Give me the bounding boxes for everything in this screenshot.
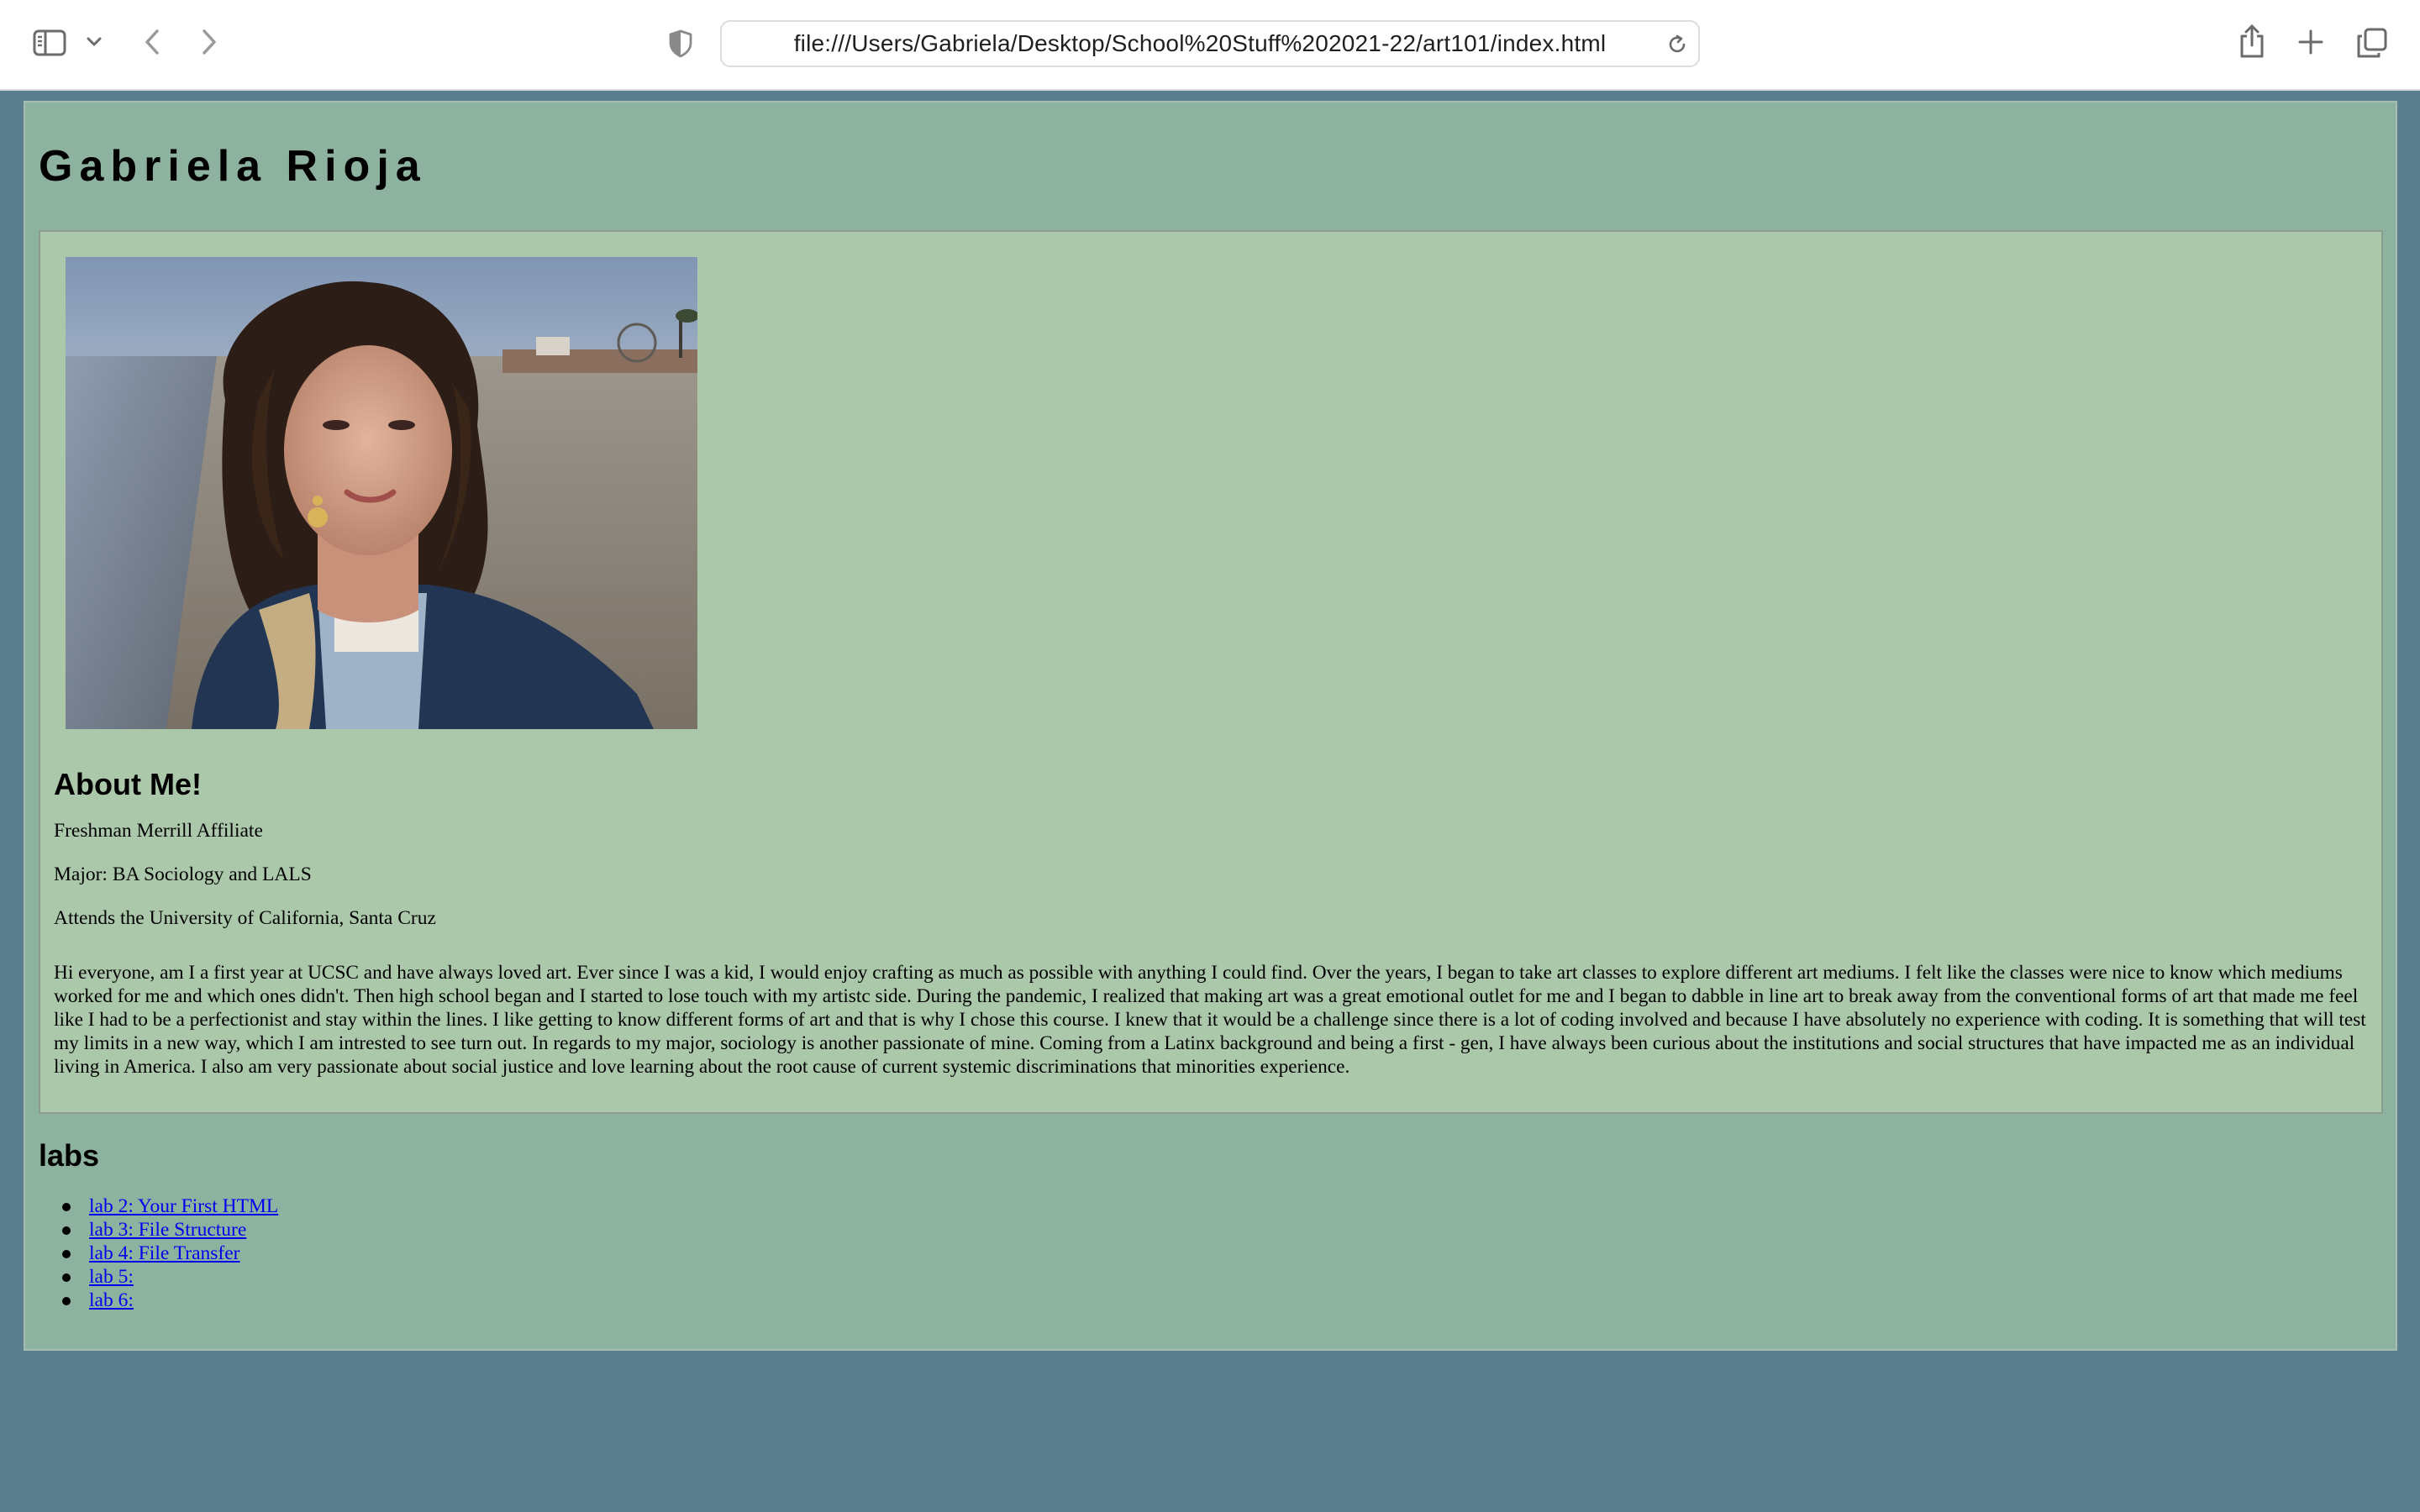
labs-heading: labs — [39, 1138, 100, 1173]
back-arrow-icon[interactable] — [139, 25, 165, 59]
lab-3-link[interactable]: lab 3: File Structure — [89, 1219, 246, 1241]
labs-list: lab 2: Your First HTML lab 3: File Struc… — [39, 1194, 278, 1312]
list-item: lab 3: File Structure — [39, 1218, 278, 1242]
lab-2-link[interactable]: lab 2: Your First HTML — [89, 1195, 278, 1217]
plus-icon[interactable] — [2294, 25, 2328, 59]
list-item: lab 5: — [39, 1265, 278, 1289]
reload-icon[interactable] — [1665, 32, 1690, 57]
address-bar[interactable]: file:///Users/Gabriela/Desktop/School%20… — [720, 20, 1700, 67]
page-title: Gabriela Rioja — [39, 142, 427, 191]
forward-arrow-icon[interactable] — [197, 25, 222, 59]
list-item: lab 4: File Transfer — [39, 1242, 278, 1265]
list-item: lab 2: Your First HTML — [39, 1194, 278, 1218]
profile-photo — [66, 257, 697, 729]
university-text: Attends the University of California, Sa… — [54, 907, 436, 929]
about-heading: About Me! — [54, 767, 202, 801]
bullet-icon — [62, 1273, 71, 1282]
about-section: About Me! Freshman Merrill Affiliate Maj… — [39, 230, 2383, 1114]
lab-6-link[interactable]: lab 6: — [89, 1289, 134, 1311]
sidebar-icon[interactable] — [32, 25, 67, 60]
bullet-icon — [62, 1226, 71, 1235]
url-text[interactable]: file:///Users/Gabriela/Desktop/School%20… — [722, 22, 1698, 66]
bio-paragraph: Hi everyone, am I a first year at UCSC a… — [54, 962, 2366, 1078]
lab-5-link[interactable]: lab 5: — [89, 1266, 134, 1288]
shield-icon[interactable] — [664, 27, 697, 60]
bullet-icon — [62, 1250, 71, 1258]
page-container: Gabriela Rioja About Me! Freshman Merril… — [24, 101, 2397, 1351]
affiliation-text: Freshman Merrill Affiliate — [54, 820, 263, 842]
major-text: Major: BA Sociology and LALS — [54, 864, 312, 885]
bullet-icon — [62, 1297, 71, 1305]
page-background — [0, 92, 2420, 99]
lab-4-link[interactable]: lab 4: File Transfer — [89, 1242, 240, 1264]
chevron-down-icon[interactable] — [84, 32, 104, 52]
browser-toolbar: file:///Users/Gabriela/Desktop/School%20… — [0, 0, 2420, 91]
list-item: lab 6: — [39, 1289, 278, 1312]
tab-overview-icon[interactable] — [2354, 25, 2390, 60]
share-icon[interactable] — [2235, 22, 2269, 60]
bullet-icon — [62, 1203, 71, 1211]
